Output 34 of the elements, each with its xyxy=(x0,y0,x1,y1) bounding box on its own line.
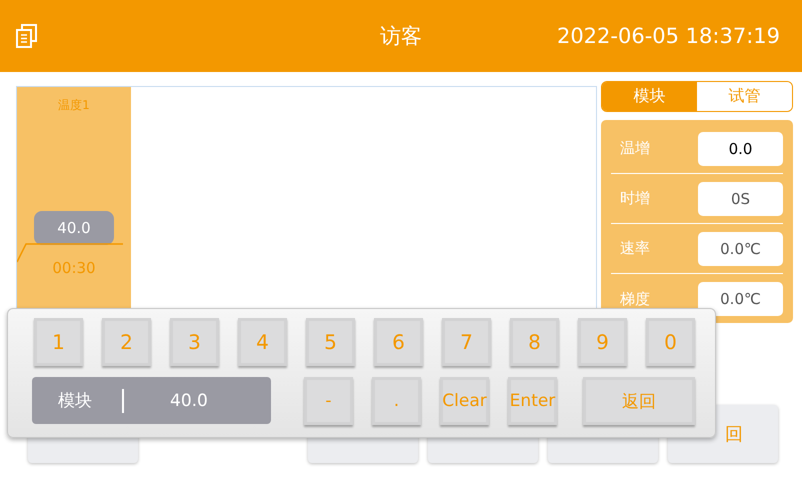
digit-key[interactable]: 5 xyxy=(306,318,355,366)
documents-icon[interactable] xyxy=(14,23,40,49)
tab[interactable]: 模块 xyxy=(602,82,697,111)
digit-key[interactable]: 9 xyxy=(578,318,627,366)
digit-key[interactable]: 7 xyxy=(442,318,491,366)
digit-key[interactable]: 1 xyxy=(34,318,83,366)
parameter-label: 温增 xyxy=(620,139,650,158)
step-label: 温度1 xyxy=(58,97,90,114)
step-column[interactable]: 温度1 40.0 00:30 xyxy=(17,87,131,311)
screen-title: 访客 xyxy=(380,24,422,48)
step-time: 00:30 xyxy=(52,259,96,277)
date-time: 2022-06-05 18:37:19 xyxy=(556,24,780,48)
parameter-label: 速率 xyxy=(620,239,650,258)
parameter-label: 时增 xyxy=(620,189,650,208)
keypad-key[interactable]: . xyxy=(372,377,421,425)
digit-key[interactable]: 8 xyxy=(510,318,559,366)
digit-key[interactable]: 0 xyxy=(646,318,695,366)
parameter-label: 梯度 xyxy=(620,290,650,308)
keypad-key[interactable]: - xyxy=(304,377,353,425)
parameter-field[interactable]: 0.0℃ xyxy=(698,232,783,266)
input-label: 模块 xyxy=(58,390,92,412)
keypad-key[interactable]: 返回 xyxy=(583,377,695,425)
keypad-key[interactable]: Enter xyxy=(508,377,557,425)
digit-key[interactable]: 2 xyxy=(102,318,151,366)
parameter-field[interactable]: 0.0 xyxy=(698,132,783,166)
step-temperature[interactable]: 40.0 xyxy=(34,211,114,245)
digit-key[interactable]: 6 xyxy=(374,318,423,366)
input-display[interactable]: 模块 40.0 xyxy=(32,377,271,424)
digit-key[interactable]: 4 xyxy=(238,318,287,366)
input-value: 40.0 xyxy=(170,390,208,410)
parameter-field[interactable]: 0S xyxy=(698,182,783,216)
parameter-field[interactable]: 0.0℃ xyxy=(698,282,783,316)
digit-key[interactable]: 3 xyxy=(170,318,219,366)
keypad-key[interactable]: Clear xyxy=(440,377,489,425)
